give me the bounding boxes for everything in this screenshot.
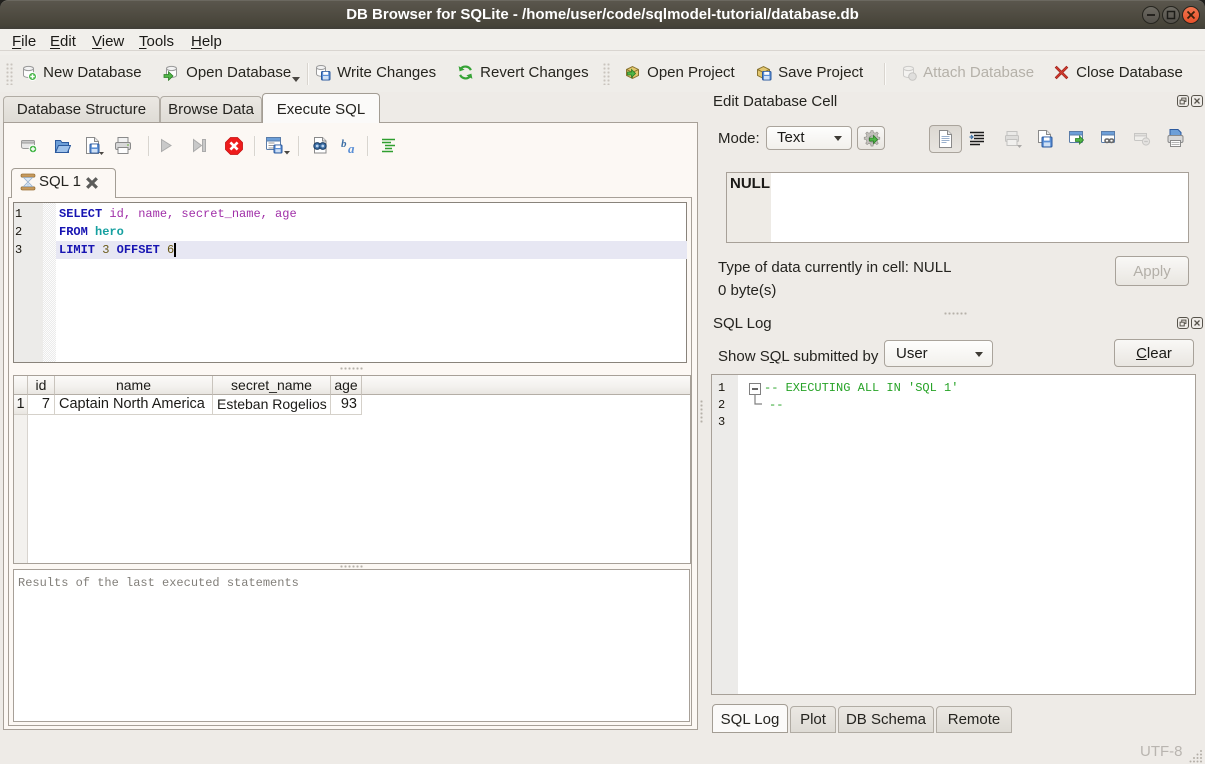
- svg-text:a: a: [348, 141, 355, 155]
- svg-text:b: b: [341, 138, 347, 150]
